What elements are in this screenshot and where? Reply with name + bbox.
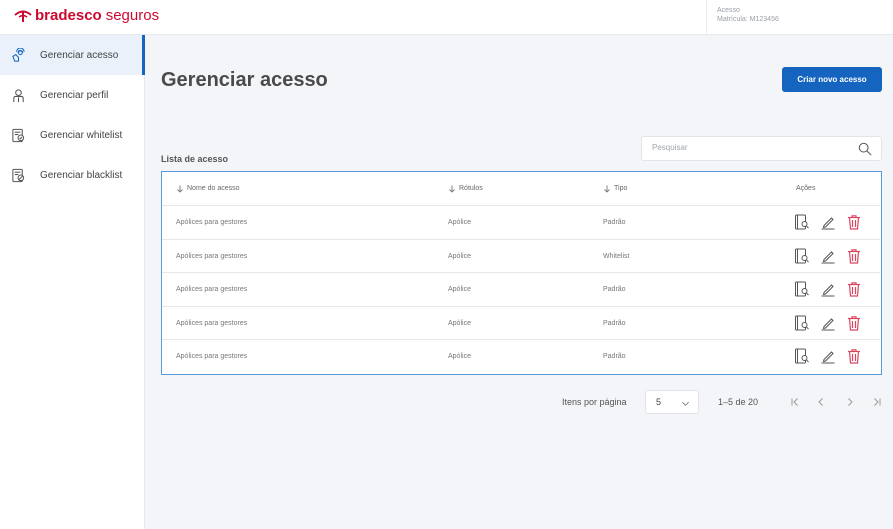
search-box <box>641 136 882 161</box>
column-header-rotulos[interactable]: Rótulos <box>448 172 483 205</box>
sidebar: Gerenciar acesso Gerenciar perfil Gerenc… <box>0 35 145 529</box>
pagination-range: 1–5 de 20 <box>718 397 759 407</box>
items-per-page-label: Itens por página <box>562 397 627 407</box>
cell-nome: Apólices para gestores <box>176 353 248 360</box>
top-bar: bradesco seguros Acesso Matrícula: M1234… <box>0 0 893 35</box>
access-table: Nome do acesso Rótulos Tipo Ações Apólic… <box>161 171 882 375</box>
touch-access-icon <box>11 47 26 63</box>
table-row: Apólices para gestores Apólice Padrão <box>162 206 880 240</box>
cell-tipo: Padrão <box>603 286 626 293</box>
document-block-icon <box>11 168 26 183</box>
person-icon <box>11 88 26 103</box>
cell-tipo: Padrão <box>603 353 626 360</box>
list-title: Lista de acesso <box>161 154 229 164</box>
cell-rotulo: Apólice <box>448 286 471 293</box>
table-row: Apólices para gestores Apólice Whitelist <box>162 240 880 273</box>
search-icon[interactable] <box>858 142 872 156</box>
edit-pencil-icon[interactable] <box>820 248 836 264</box>
chevron-down-icon <box>682 401 689 406</box>
column-header-acoes: Ações <box>796 172 815 205</box>
delete-trash-icon[interactable] <box>846 214 862 230</box>
table-row: Apólices para gestores Apólice Padrão <box>162 307 880 340</box>
view-document-icon[interactable] <box>794 281 810 297</box>
search-input[interactable] <box>652 143 842 152</box>
row-actions <box>794 248 872 264</box>
column-header-tipo[interactable]: Tipo <box>603 172 627 205</box>
edit-pencil-icon[interactable] <box>820 214 836 230</box>
cell-rotulo: Apólice <box>448 353 471 360</box>
table-header-row: Nome do acesso Rótulos Tipo Ações <box>162 172 880 206</box>
last-page-icon[interactable] <box>870 395 884 409</box>
first-page-icon[interactable] <box>788 395 802 409</box>
edit-pencil-icon[interactable] <box>820 315 836 331</box>
sidebar-item-gerenciar-blacklist[interactable]: Gerenciar blacklist <box>0 155 144 195</box>
table-row: Apólices para gestores Apólice Padrão <box>162 340 880 374</box>
bradesco-tree-icon <box>14 10 32 22</box>
view-document-icon[interactable] <box>794 348 810 364</box>
column-label: Rótulos <box>459 185 483 192</box>
cell-rotulo: Apólice <box>448 319 471 327</box>
create-access-button[interactable]: Criar novo acesso <box>782 67 882 92</box>
cell-tipo: Padrão <box>603 319 626 327</box>
view-document-icon[interactable] <box>794 248 810 264</box>
delete-trash-icon[interactable] <box>846 248 862 264</box>
logo-text-thin: seguros <box>105 7 160 24</box>
sidebar-item-gerenciar-perfil[interactable]: Gerenciar perfil <box>0 75 144 115</box>
row-actions <box>794 315 872 331</box>
edit-pencil-icon[interactable] <box>820 348 836 364</box>
cell-tipo: Padrão <box>603 219 626 226</box>
logo-text-bold: bradesco <box>35 7 102 24</box>
cell-nome: Apólices para gestores <box>176 252 248 260</box>
sidebar-item-label: Gerenciar acesso <box>40 49 119 61</box>
sort-arrow-down-icon <box>449 185 455 193</box>
delete-trash-icon[interactable] <box>846 315 862 331</box>
cell-nome: Apólices para gestores <box>176 286 248 293</box>
items-per-page-select[interactable]: 5 <box>645 390 699 414</box>
user-role: Acesso <box>717 7 740 14</box>
cell-rotulo: Apólice <box>448 219 471 226</box>
view-document-icon[interactable] <box>794 315 810 331</box>
sidebar-item-label: Gerenciar whitelist <box>40 129 123 141</box>
next-page-icon[interactable] <box>843 395 857 409</box>
sort-arrow-down-icon <box>604 185 610 193</box>
items-per-page-value: 5 <box>656 397 662 407</box>
column-label: Ações <box>796 185 816 192</box>
page-title: Gerenciar acesso <box>161 69 328 91</box>
view-document-icon[interactable] <box>794 214 810 230</box>
sort-arrow-down-icon <box>177 185 183 193</box>
previous-page-icon[interactable] <box>814 395 828 409</box>
column-label: Tipo <box>614 185 628 192</box>
sidebar-item-gerenciar-whitelist[interactable]: Gerenciar whitelist <box>0 115 144 155</box>
user-registration: Matrícula: M123456 <box>717 16 779 23</box>
table-row: Apólices para gestores Apólice Padrão <box>162 273 880 307</box>
sidebar-item-label: Gerenciar perfil <box>40 89 109 101</box>
row-actions <box>794 214 872 230</box>
user-info[interactable]: Acesso Matrícula: M123456 <box>706 0 893 35</box>
sidebar-item-label: Gerenciar blacklist <box>40 169 123 181</box>
delete-trash-icon[interactable] <box>846 348 862 364</box>
cell-rotulo: Apólice <box>448 252 471 260</box>
document-check-icon <box>11 128 26 143</box>
column-header-nome[interactable]: Nome do acesso <box>176 172 240 205</box>
row-actions <box>794 281 872 297</box>
cell-nome: Apólices para gestores <box>176 319 248 327</box>
column-label: Nome do acesso <box>187 185 240 192</box>
cell-nome: Apólices para gestores <box>176 219 248 226</box>
bradesco-logo[interactable]: bradesco seguros <box>14 7 159 24</box>
edit-pencil-icon[interactable] <box>820 281 836 297</box>
sidebar-item-gerenciar-acesso[interactable]: Gerenciar acesso <box>0 35 145 75</box>
row-actions <box>794 348 872 364</box>
delete-trash-icon[interactable] <box>846 281 862 297</box>
cell-tipo: Whitelist <box>603 252 630 260</box>
